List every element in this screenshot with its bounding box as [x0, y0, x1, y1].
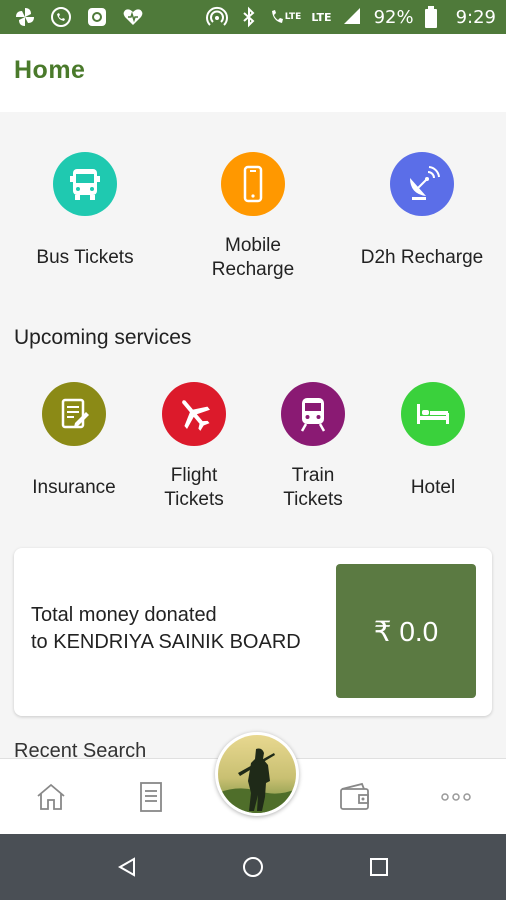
- service-label: Bus Tickets: [36, 247, 134, 268]
- battery-icon: [424, 6, 446, 28]
- service-label: Insurance: [32, 477, 116, 498]
- airplane-icon: [162, 382, 226, 446]
- main-content[interactable]: Bus Tickets Mobile Recharge D2h Recharge…: [0, 112, 506, 758]
- service-d2h-recharge[interactable]: D2h Recharge: [354, 152, 490, 270]
- bluetooth-icon: [238, 6, 260, 28]
- service-hotel[interactable]: Hotel: [379, 382, 487, 500]
- app-icon: [86, 6, 108, 28]
- mobile-icon: [221, 152, 285, 216]
- donation-text: Total money donated to KENDRIYA SAINIK B…: [31, 602, 301, 656]
- pinwheel-icon: [14, 6, 36, 28]
- page-title: Home: [14, 56, 86, 84]
- document-pen-icon: [42, 382, 106, 446]
- battery-percent: 92%: [373, 6, 414, 28]
- lte-label-1: LTE: [284, 12, 302, 22]
- recents-icon[interactable]: [364, 852, 394, 882]
- service-label: Flight Tickets: [164, 465, 224, 510]
- service-flight-tickets[interactable]: Flight Tickets: [140, 382, 248, 512]
- heart-icon: [122, 6, 144, 28]
- satellite-dish-icon: [390, 152, 454, 216]
- clock: 9:29: [455, 6, 496, 28]
- document-icon[interactable]: [131, 777, 171, 817]
- volte-call-icon: LTE: [270, 9, 302, 25]
- service-train-tickets[interactable]: Train Tickets: [259, 382, 367, 512]
- donation-amount[interactable]: ₹ 0.0: [336, 564, 476, 698]
- home-icon[interactable]: [31, 777, 71, 817]
- upcoming-services-heading: Upcoming services: [14, 326, 192, 349]
- app-bar: Home: [0, 34, 506, 112]
- wallet-icon[interactable]: [335, 777, 375, 817]
- hotspot-icon: [205, 6, 228, 28]
- donation-card: Total money donated to KENDRIYA SAINIK B…: [14, 548, 492, 716]
- service-label: Hotel: [410, 477, 456, 498]
- notification-icons: [14, 6, 144, 28]
- service-label: Mobile Recharge: [211, 235, 295, 280]
- bus-icon: [53, 152, 117, 216]
- donation-line-2: to KENDRIYA SAINIK BOARD: [31, 631, 301, 653]
- home-button-icon[interactable]: [238, 852, 268, 882]
- more-icon[interactable]: [436, 777, 476, 817]
- service-mobile-recharge[interactable]: Mobile Recharge: [190, 152, 316, 282]
- service-label: D2h Recharge: [360, 247, 484, 268]
- status-bar: LTE LTE 92% 9:29: [0, 0, 506, 34]
- soldier-avatar[interactable]: [215, 732, 299, 816]
- bed-icon: [401, 382, 465, 446]
- signal-icon: [342, 6, 364, 28]
- donation-line-1: Total money donated: [31, 604, 217, 626]
- lte-label-2: LTE: [311, 10, 332, 24]
- back-icon[interactable]: [112, 852, 142, 882]
- phone-circle-icon: [50, 6, 72, 28]
- system-navigation-bar: [0, 834, 506, 900]
- service-bus-tickets[interactable]: Bus Tickets: [22, 152, 148, 270]
- recent-search-heading: Recent Search: [14, 740, 147, 758]
- service-insurance[interactable]: Insurance: [20, 382, 128, 500]
- service-label: Train Tickets: [283, 465, 343, 510]
- system-status: LTE LTE 92% 9:29: [205, 6, 496, 28]
- train-icon: [281, 382, 345, 446]
